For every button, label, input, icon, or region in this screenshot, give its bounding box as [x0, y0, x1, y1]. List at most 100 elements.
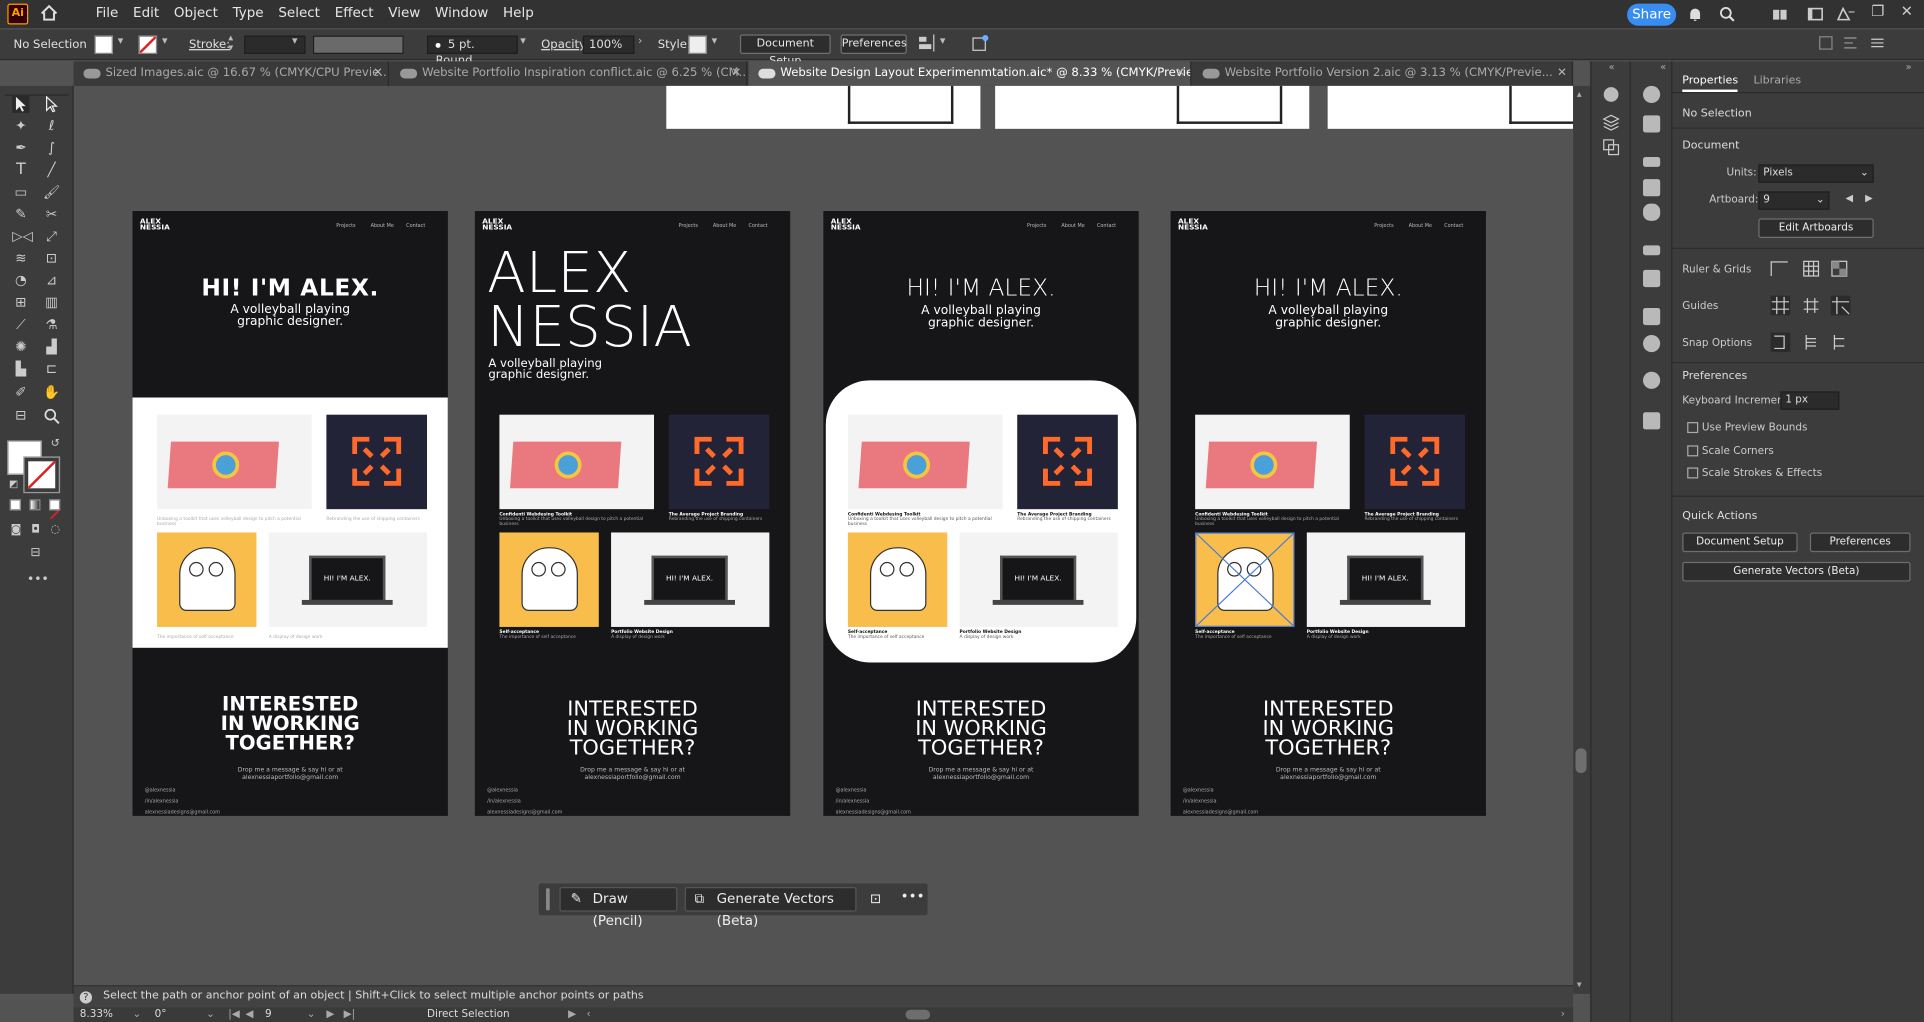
menu-effect[interactable]: Effect [327, 0, 381, 28]
next-artboard-nav-icon[interactable]: ▶ [326, 1007, 334, 1022]
tab-portfolio-inspiration[interactable]: Website Portfolio Inspiration conflict.a… [390, 61, 748, 86]
draw-inside-icon[interactable]: ◌ [47, 521, 64, 538]
stroke-dropdown-icon[interactable]: ▾ [162, 36, 168, 48]
align-dropdown-icon[interactable]: ▾ [940, 36, 946, 48]
artboard-select[interactable]: 9 ⌄ [1758, 191, 1830, 210]
zoom-tool-icon[interactable] [43, 407, 60, 424]
menu-window[interactable]: Window [428, 0, 496, 28]
lasso-tool-icon[interactable]: ℓ [43, 118, 60, 135]
tab-portfolio-version-2[interactable]: Website Portfolio Version 2.aic @ 3.13 %… [1193, 61, 1574, 86]
stroke-panel-icon[interactable] [1643, 245, 1661, 256]
stroke-weight-stepper[interactable]: ▴ ▾ [228, 33, 233, 53]
next-artboard-icon[interactable]: ▶ [1865, 193, 1873, 204]
menu-select[interactable]: Select [271, 0, 327, 28]
brush-definition[interactable]: 5 pt. Round [427, 35, 518, 67]
artboard-partial[interactable] [666, 85, 981, 129]
collapse-icon[interactable]: « [1609, 61, 1615, 72]
previous-artboard-nav-icon[interactable]: ◀ [245, 1007, 253, 1022]
stroke-swatch[interactable] [138, 35, 158, 54]
magic-wand-tool-icon[interactable]: ✦ [12, 118, 29, 135]
draw-normal-icon[interactable]: ◙ [7, 521, 24, 538]
type-tool-icon[interactable]: T [12, 161, 29, 179]
scale-corners-checkbox[interactable] [1687, 445, 1699, 457]
rotate-tool-icon[interactable]: ▷◁ [12, 228, 33, 245]
align-icon[interactable] [918, 34, 935, 52]
restore-icon[interactable]: ❐ [1871, 2, 1884, 19]
search-icon[interactable] [1719, 6, 1735, 22]
rotate-view[interactable]: 0° [155, 1007, 167, 1022]
graphic-styles-icon[interactable] [1643, 203, 1661, 221]
taskbar-grip[interactable] [546, 888, 550, 911]
arrange-icon[interactable] [1818, 36, 1833, 51]
variable-width-profile[interactable] [312, 35, 404, 54]
keyboard-increment-field[interactable]: 1 px [1780, 391, 1840, 410]
stroke-weight-dropdown-icon[interactable]: ▾ [292, 36, 298, 48]
pen-tool-icon[interactable]: ✒ [12, 140, 29, 157]
scale-tool-icon[interactable]: ⤢ [43, 228, 60, 245]
tab-sized-images[interactable]: Sized Images.aic @ 16.67 % (CMYK/CPU Pre… [74, 61, 389, 86]
tab-close-icon[interactable]: ✕ [726, 61, 746, 86]
snap-to-point-icon[interactable] [1770, 332, 1791, 353]
artboard-partial[interactable] [995, 85, 1310, 129]
tab-close-icon[interactable]: ✕ [1171, 61, 1191, 86]
artboard-1[interactable]: ALEX NESSIA Projects About Me Contact HI!… [132, 211, 448, 816]
menu-object[interactable]: Object [167, 0, 226, 28]
artboard-4[interactable]: ALEX NESSIA Projects About Me Contact HI!… [1170, 211, 1486, 816]
perspective-grid-tool-icon[interactable]: ⊿ [43, 272, 60, 289]
artboard-partial[interactable] [1327, 85, 1583, 129]
quick-generate-vectors-button[interactable]: Generate Vectors (Beta) [1682, 561, 1911, 582]
symbols-icon[interactable] [1643, 179, 1661, 197]
collapse-icon[interactable]: « [1660, 61, 1666, 72]
bell-icon[interactable] [1687, 6, 1703, 22]
document-setup-button[interactable]: Document Setup [739, 34, 831, 67]
transparency-grid-icon[interactable] [1831, 260, 1848, 277]
color-mode-icon[interactable] [9, 499, 21, 511]
opacity-field[interactable]: 100% [582, 35, 635, 54]
tab-close-icon[interactable]: ✕ [368, 61, 388, 86]
share-button[interactable]: Share [1627, 3, 1677, 26]
opacity-arrow-icon[interactable]: › [638, 36, 642, 48]
eyedropper-tool-icon[interactable]: ⟋ [12, 317, 29, 334]
previous-artboard-icon[interactable]: ◀ [1845, 193, 1853, 204]
gradient-mode-icon[interactable] [29, 499, 41, 511]
fill-swatch[interactable] [94, 35, 113, 54]
column-graph-tool-icon[interactable]: ▟ [43, 339, 60, 356]
line-tool-icon[interactable]: ╱ [43, 162, 60, 179]
color-icon[interactable] [1643, 85, 1661, 104]
blend-tool-icon[interactable]: ⚗ [43, 317, 60, 334]
vertical-scrollbar[interactable]: ▴ ▾ [1573, 85, 1591, 994]
tab-close-icon[interactable]: ✕ [1552, 61, 1572, 86]
status-menu-icon[interactable]: ▶ [568, 1007, 576, 1022]
edit-artboards-button[interactable]: Edit Artboards [1758, 218, 1874, 239]
artboard-tool-icon[interactable]: ⊏ [43, 361, 60, 378]
artboard-3[interactable]: ALEX NESSIA Projects About Me Contact HI!… [823, 211, 1139, 816]
workspace-icon[interactable] [1807, 6, 1823, 22]
snap-to-pixel-icon[interactable] [1831, 334, 1848, 351]
paintbrush-tool-icon[interactable]: 🖌 [43, 184, 60, 201]
artboard-2[interactable]: ALEX NESSIA Projects About Me Contact ALE… [474, 211, 791, 816]
print-tiling-tool-icon[interactable]: ⊟ [12, 407, 29, 424]
preferences-button[interactable]: Preferences [840, 34, 907, 54]
stroke-label[interactable]: Stroke: [189, 38, 230, 51]
close-icon[interactable]: ✕ [1901, 2, 1913, 19]
last-artboard-icon[interactable]: ▶| [344, 1007, 356, 1022]
none-mode-icon[interactable] [49, 499, 61, 520]
color-guide-icon[interactable] [1603, 86, 1620, 103]
menu-file[interactable]: File [88, 0, 125, 28]
default-fill-stroke-icon[interactable]: ◩ [5, 476, 22, 493]
slice-tool-icon[interactable]: ✐ [12, 384, 29, 401]
panel-menu-icon[interactable] [1870, 36, 1885, 51]
arrange-documents-icon[interactable] [1772, 6, 1788, 22]
curvature-tool-icon[interactable]: ∫ [43, 140, 60, 157]
grid-icon[interactable] [1803, 260, 1820, 277]
gradient-panel-icon[interactable] [1643, 269, 1661, 288]
scroll-right-icon[interactable]: › [1561, 1007, 1565, 1022]
artboard-dropdown-icon[interactable]: ⌄ [307, 1007, 316, 1022]
toolbar-grip[interactable] [4, 88, 69, 96]
artboard-number[interactable]: 9 [265, 1007, 272, 1022]
appearance-icon[interactable] [1643, 334, 1661, 353]
shape-builder-tool-icon[interactable]: ◔ [12, 272, 29, 289]
zoom-level[interactable]: 8.33% [80, 1007, 113, 1022]
generate-vectors-button[interactable]: ⧉ Generate Vectors (Beta) [684, 887, 857, 929]
edit-toolbar-icon[interactable]: ••• [27, 572, 49, 589]
